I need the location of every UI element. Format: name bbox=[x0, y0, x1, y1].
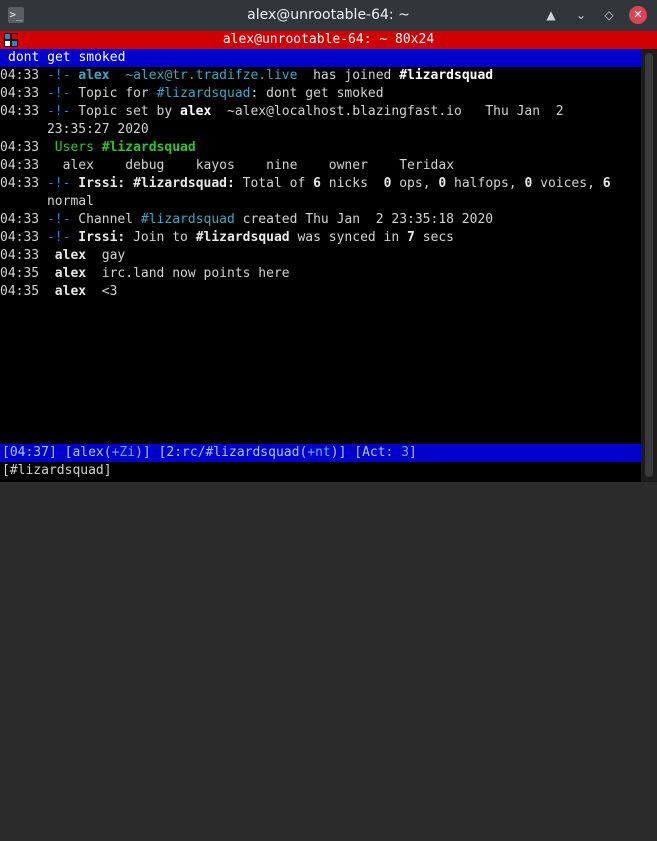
status-bar: [04:37] [alex(+Zi)] [2:rc/#lizardsquad(+… bbox=[0, 444, 641, 462]
status-user-modes: +Zi bbox=[111, 445, 136, 460]
minimize-icon[interactable]: ⌄ bbox=[572, 6, 590, 24]
chat-line: 04:33 -!- Topic for #lizardsquad: dont g… bbox=[0, 86, 384, 101]
title-bar[interactable]: >_ alex@unrootable-64: ~ ▲ ⌄ ◇ ✕ bbox=[0, 0, 657, 31]
user-nick: nine bbox=[266, 158, 298, 173]
terminal-window: >_ alex@unrootable-64: ~ ▲ ⌄ ◇ ✕ alex@un… bbox=[0, 0, 657, 482]
user-nick: Teridax bbox=[399, 158, 455, 173]
topic-bar: dont get smoked bbox=[0, 49, 641, 67]
input-prompt[interactable]: [#lizardsquad] bbox=[0, 462, 641, 480]
chat-line: 04:33 -!- Topic set by alex ~alex@localh… bbox=[0, 104, 564, 119]
user-nick: owner bbox=[328, 158, 368, 173]
chat-line-wrap: 23:35:27 2020 bbox=[46, 122, 149, 137]
chat-line: 04:33 -!- Irssi: Join to #lizardsquad wa… bbox=[0, 230, 454, 245]
status-user: alex bbox=[72, 445, 104, 460]
chat-message: 04:33 alex gay bbox=[0, 248, 126, 263]
chat-line-wrap: normal bbox=[46, 194, 94, 209]
scrollbar[interactable] bbox=[641, 49, 657, 482]
status-chan-modes: +nt bbox=[307, 445, 331, 460]
chat-line: 04:33 -!- alex ~alex@tr.tradifze.live ha… bbox=[0, 68, 494, 83]
chat-line: 04:33 -!- Channel #lizardsquad created T… bbox=[0, 212, 494, 227]
status-window: 2:rc/#lizardsquad bbox=[166, 445, 300, 460]
user-nick: debug bbox=[125, 158, 165, 173]
chat-line: 04:33 -!- Irssi: #lizardsquad: Total of … bbox=[0, 176, 611, 191]
user-list: 04:33 alex debug kayos nine owner Terida… bbox=[0, 158, 455, 173]
chat-message: 04:35 alex <3 bbox=[0, 284, 118, 299]
chat-line: 04:33 Users #lizardsquad bbox=[0, 140, 196, 155]
tab-bar[interactable]: alex@unrootable-64: ~ 80x24 bbox=[0, 31, 657, 49]
tab-title[interactable]: alex@unrootable-64: ~ 80x24 bbox=[0, 31, 657, 49]
status-act-value: 3 bbox=[401, 445, 410, 460]
status-time: 04:37 bbox=[9, 445, 49, 460]
terminal-area[interactable]: dont get smoked 04:33 -!- alex ~alex@tr.… bbox=[0, 49, 641, 482]
chat-message: 04:35 alex irc.land now points here bbox=[0, 266, 290, 281]
scrollbar-thumb[interactable] bbox=[645, 53, 653, 477]
close-icon[interactable]: ✕ bbox=[629, 6, 647, 24]
user-nick: kayos bbox=[195, 158, 235, 173]
user-nick: alex bbox=[62, 158, 94, 173]
status-act-label: Act: bbox=[362, 445, 394, 460]
maximize-icon[interactable]: ◇ bbox=[600, 6, 618, 24]
keep-above-icon[interactable]: ▲ bbox=[542, 6, 560, 24]
